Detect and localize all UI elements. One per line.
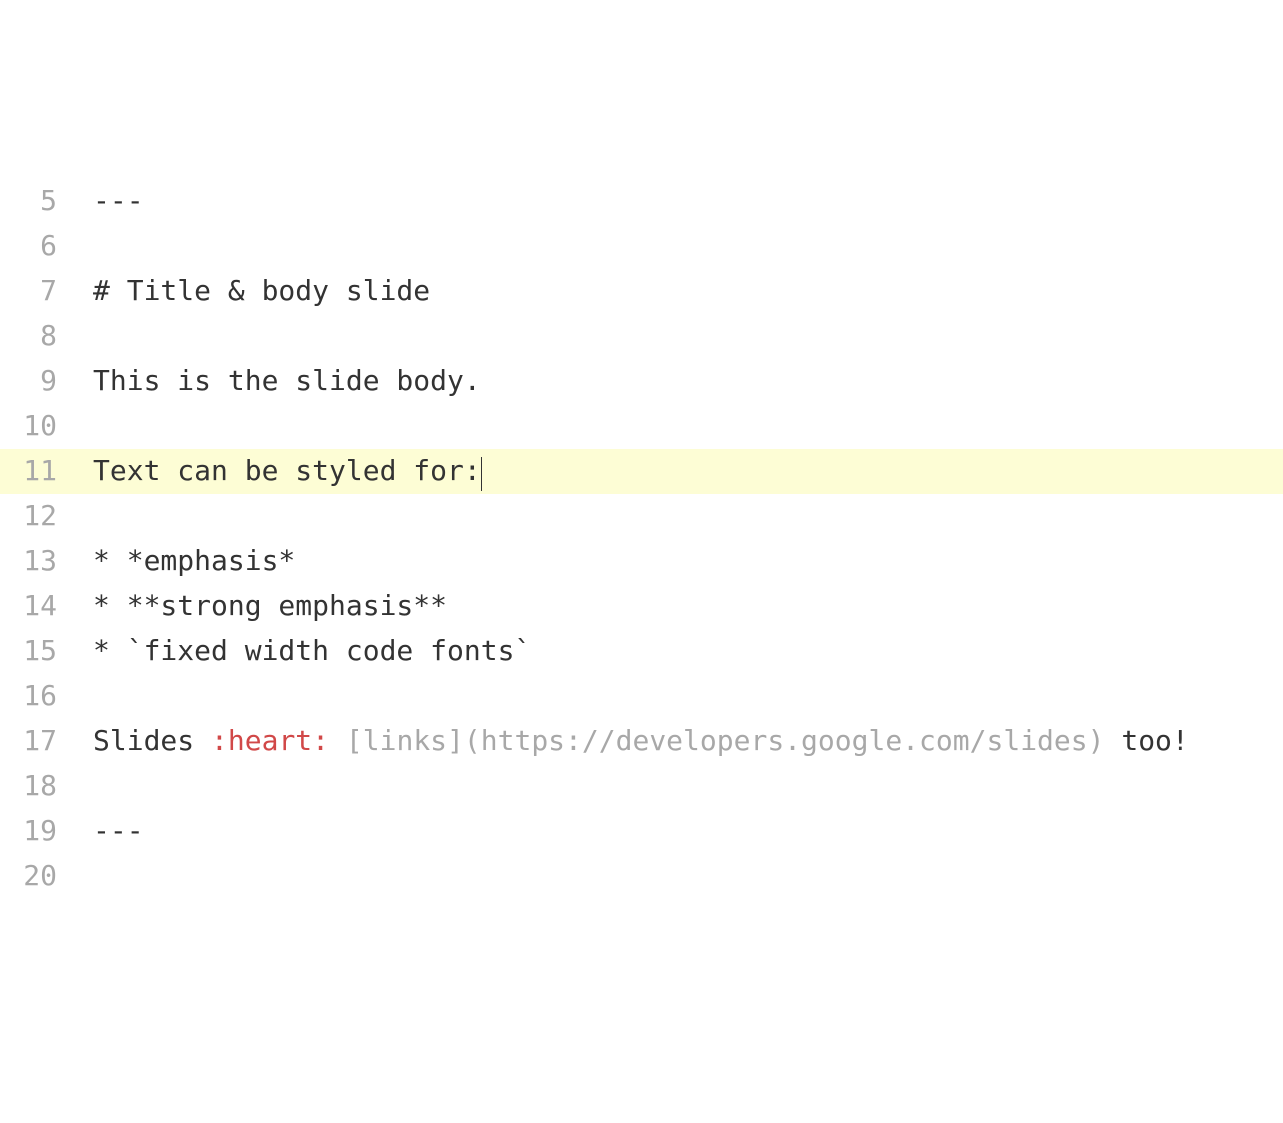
line-number: 15 (0, 629, 75, 674)
line-number: 13 (0, 539, 75, 584)
line-content[interactable]: --- (75, 809, 1283, 854)
editor-line[interactable]: 5 --- (0, 179, 1283, 224)
code-token: Text can be styled for: (93, 454, 481, 487)
line-number: 9 (0, 359, 75, 404)
editor-line[interactable]: 6 (0, 224, 1283, 269)
line-number: 19 (0, 809, 75, 854)
code-token: --- (93, 814, 144, 847)
line-number: 12 (0, 494, 75, 539)
editor-line[interactable]: 16 (0, 674, 1283, 719)
editor-line[interactable]: 12 (0, 494, 1283, 539)
line-content[interactable]: * `fixed width code fonts` (75, 629, 1283, 674)
code-token: * *emphasis* (93, 544, 295, 577)
line-number: 6 (0, 224, 75, 269)
editor-line[interactable]: 13 * *emphasis* (0, 539, 1283, 584)
code-token (329, 724, 346, 757)
line-number: 14 (0, 584, 75, 629)
line-number: 7 (0, 269, 75, 314)
code-token: :heart: (211, 724, 329, 757)
line-content[interactable]: Text can be styled for: (75, 449, 1283, 494)
editor-line[interactable]: 7 # Title & body slide (0, 269, 1283, 314)
editor-line[interactable]: 14 * **strong emphasis** (0, 584, 1283, 629)
code-token: * `fixed width code fonts` (93, 634, 531, 667)
line-content[interactable]: * **strong emphasis** (75, 584, 1283, 629)
code-token: Slides (93, 724, 211, 757)
line-number: 16 (0, 674, 75, 719)
editor-line[interactable]: 10 (0, 404, 1283, 449)
line-number: 18 (0, 764, 75, 809)
code-token: too! (1104, 724, 1188, 757)
code-token: * **strong emphasis** (93, 589, 447, 622)
line-number: 20 (0, 854, 75, 899)
editor-line[interactable]: 19 --- (0, 809, 1283, 854)
line-content[interactable]: * *emphasis* (75, 539, 1283, 584)
line-number: 11 (0, 449, 75, 494)
code-token: # Title & body slide (93, 274, 430, 307)
editor-line[interactable]: 11 Text can be styled for: (0, 449, 1283, 494)
code-token: This is the slide body. (93, 364, 481, 397)
text-cursor (481, 457, 483, 491)
line-content[interactable]: Slides :heart: [links](https://developer… (75, 719, 1283, 764)
line-number: 10 (0, 404, 75, 449)
editor-line[interactable]: 8 (0, 314, 1283, 359)
editor-line[interactable]: 17Slides :heart: [links](https://develop… (0, 719, 1283, 764)
line-number: 8 (0, 314, 75, 359)
editor-line[interactable]: 9 This is the slide body. (0, 359, 1283, 404)
editor-line[interactable]: 18 (0, 764, 1283, 809)
line-number: 5 (0, 179, 75, 224)
line-content[interactable]: This is the slide body. (75, 359, 1283, 404)
code-token: [links](https://developers.google.com/sl… (346, 724, 1105, 757)
editor-line[interactable]: 15 * `fixed width code fonts` (0, 629, 1283, 674)
line-content[interactable]: --- (75, 179, 1283, 224)
line-number: 17 (0, 719, 75, 764)
line-content[interactable]: # Title & body slide (75, 269, 1283, 314)
code-editor[interactable]: 5 --- 67 # Title & body slide 89 This is the … (0, 179, 1283, 899)
editor-line[interactable]: 20 (0, 854, 1283, 899)
code-token: --- (93, 184, 144, 217)
